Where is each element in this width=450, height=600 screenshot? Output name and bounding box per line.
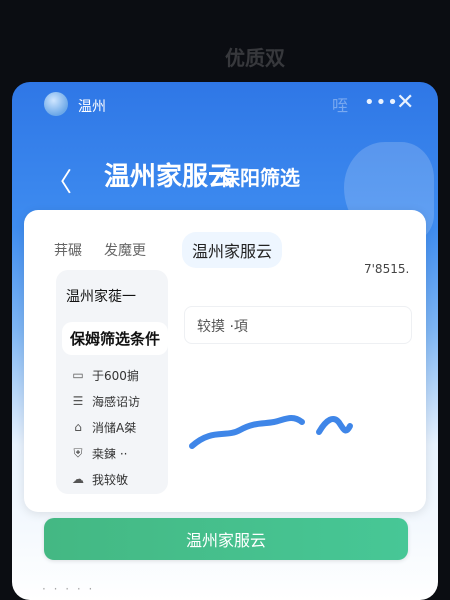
list-item-label: 我较敂 xyxy=(92,472,129,487)
hint-text: 7'8515. xyxy=(364,262,410,276)
left-panel-line1: 温州家蓰一 xyxy=(66,289,136,305)
app-screen: 温州 咥 ••• ✕ 〈 温州家服云 保阳筛选 荓碾 发魔更 温州家服云 7'8… xyxy=(12,82,438,600)
close-icon[interactable]: ✕ xyxy=(396,90,414,115)
search-input[interactable]: 较摸 ·項 xyxy=(184,306,412,344)
wave-icon xyxy=(189,414,353,449)
header-ghost-text: 咥 xyxy=(332,96,349,115)
bottom-peek-text: · · · · · xyxy=(42,582,95,596)
header-title: 温州 xyxy=(78,99,106,115)
list-item[interactable]: ⛨ 桒鍊 ·· xyxy=(70,440,140,466)
filter-options-list: ▭ 于600掮 ☰ 海感诏访 ⌂ 消储A桀 ⛨ 桒鍊 ·· ☁ 我较敂 xyxy=(70,362,140,492)
list-item[interactable]: ☰ 海感诏访 xyxy=(70,388,140,414)
wave-panel xyxy=(184,368,410,468)
home-icon: ⌂ xyxy=(74,420,82,434)
top-header: 温州 咥 ••• ✕ xyxy=(12,82,438,128)
search-placeholder: 较摸 ·項 xyxy=(197,319,248,335)
tab-active[interactable]: 温州家服云 xyxy=(182,232,283,268)
list-icon: ☰ xyxy=(72,394,84,408)
filter-left-panel: 温州家蓰一 保姆筛选条件 ▭ 于600掮 ☰ 海感诏访 ⌂ 消储A桀 ⛨ 桒鍊 … xyxy=(56,270,168,494)
page-title: 温州家服云 xyxy=(104,162,235,192)
list-item[interactable]: ▭ 于600掮 xyxy=(70,362,140,388)
shield-icon: ⛨ xyxy=(73,445,83,460)
chevron-left-icon[interactable]: 〈 xyxy=(46,162,72,199)
tab-1[interactable]: 荓碾 xyxy=(54,240,82,260)
tab-2[interactable]: 发魔更 xyxy=(104,240,146,260)
left-panel-line2[interactable]: 保姆筛选条件 xyxy=(62,322,168,355)
filter-card: 荓碾 发魔更 温州家服云 7'8515. 温州家蓰一 保姆筛选条件 ▭ 于600… xyxy=(24,210,426,512)
list-item[interactable]: ☁ 我较敂 xyxy=(70,466,140,492)
page-subtitle: 保阳筛选 xyxy=(220,166,300,190)
background-top-text: 优质双 xyxy=(225,46,285,70)
list-item-label: 于600掮 xyxy=(92,368,139,383)
avatar-icon xyxy=(44,92,68,116)
list-item[interactable]: ⌂ 消储A桀 xyxy=(70,414,140,440)
calendar-icon: ▭ xyxy=(72,368,84,382)
list-item-label: 桒鍊 ·· xyxy=(92,446,128,461)
list-item-label: 海感诏访 xyxy=(92,394,141,409)
primary-button[interactable]: 温州家服云 xyxy=(44,518,408,560)
more-icon[interactable]: ••• xyxy=(364,92,399,113)
cloud-icon: ☁ xyxy=(72,472,84,486)
list-item-label: 消储A桀 xyxy=(92,420,137,435)
